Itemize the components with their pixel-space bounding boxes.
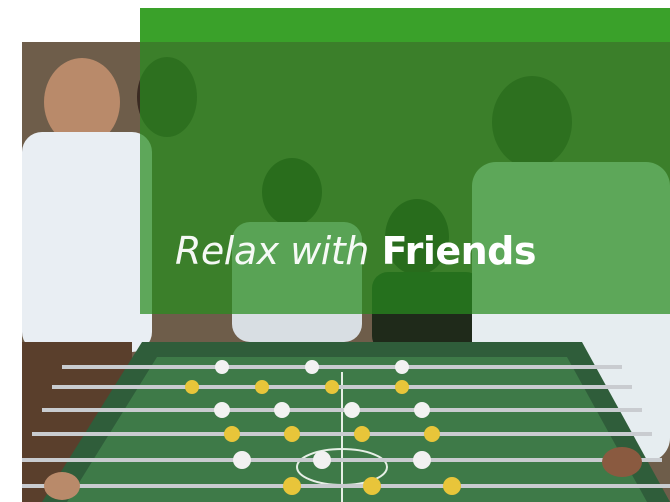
headline: Relax with Friends <box>175 229 537 273</box>
accent-bar <box>140 8 670 42</box>
headline-light: Relax with <box>175 229 369 273</box>
green-overlay <box>140 42 670 314</box>
headline-bold: Friends <box>381 229 537 273</box>
